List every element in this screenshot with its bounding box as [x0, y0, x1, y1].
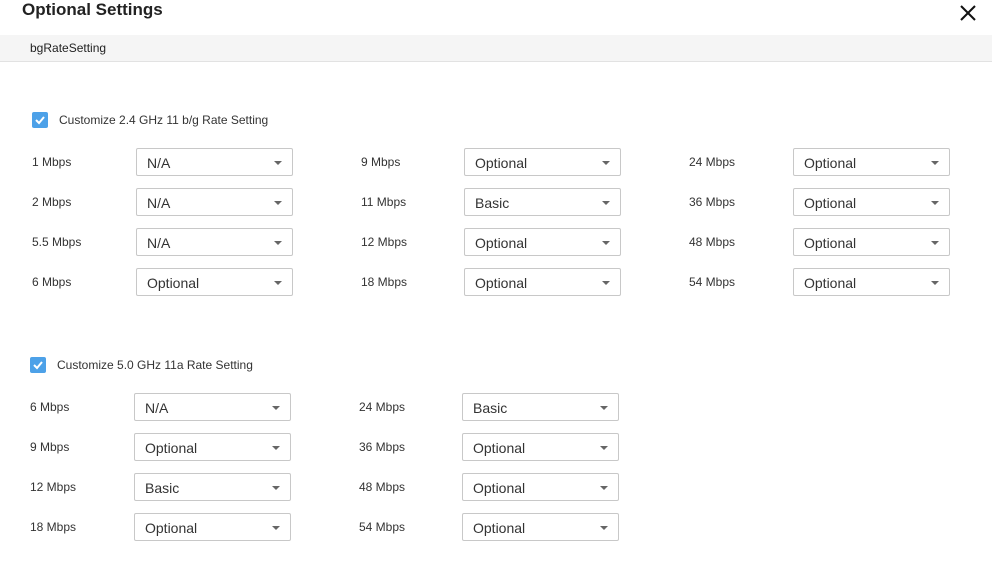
rate-select[interactable]: Optional	[793, 228, 950, 256]
rate-label: 54 Mbps	[689, 275, 736, 289]
chevron-down-icon	[272, 446, 280, 450]
rate-select[interactable]: Basic	[462, 393, 619, 421]
rate-select[interactable]: Optional	[464, 148, 621, 176]
rate-select[interactable]: Optional	[462, 433, 619, 461]
rate-select-value: Basic	[145, 480, 180, 496]
rate-select[interactable]: Optional	[464, 228, 621, 256]
chevron-down-icon	[274, 201, 282, 205]
rate-select-value: N/A	[147, 155, 171, 171]
rate-select-value: Optional	[475, 235, 528, 251]
rate-label: 12 Mbps	[361, 235, 408, 249]
rate-select-value: Optional	[804, 235, 857, 251]
rate-label: 11 Mbps	[361, 195, 407, 209]
rate-select-value: Optional	[804, 195, 857, 211]
chevron-down-icon	[602, 241, 610, 245]
rate-select-value: Optional	[145, 440, 198, 456]
chevron-down-icon	[931, 281, 939, 285]
section-5ghz-label: Customize 5.0 GHz 11a Rate Setting	[57, 358, 253, 372]
chevron-down-icon	[600, 526, 608, 530]
rate-select[interactable]: Basic	[464, 188, 621, 216]
rate-select-value: Optional	[475, 275, 528, 291]
rate-label: 24 Mbps	[689, 155, 736, 169]
rate-select[interactable]: N/A	[136, 188, 293, 216]
rate-select[interactable]: Optional	[462, 473, 619, 501]
chevron-down-icon	[602, 281, 610, 285]
chevron-down-icon	[274, 281, 282, 285]
rate-select-value: Optional	[475, 155, 528, 171]
rate-select-value: Optional	[804, 275, 857, 291]
rate-label: 18 Mbps	[30, 520, 77, 534]
rate-label: 54 Mbps	[359, 520, 406, 534]
chevron-down-icon	[602, 161, 610, 165]
rate-select[interactable]: Optional	[134, 433, 291, 461]
section-24ghz-label: Customize 2.4 GHz 11 b/g Rate Setting	[59, 113, 269, 127]
rate-label: 48 Mbps	[689, 235, 736, 249]
rate-select[interactable]: Optional	[464, 268, 621, 296]
chevron-down-icon	[931, 201, 939, 205]
rate-label: 24 Mbps	[359, 400, 406, 414]
tab-bar: bgRateSetting	[0, 35, 992, 62]
rate-select-value: Optional	[473, 520, 526, 536]
chevron-down-icon	[272, 406, 280, 410]
checkbox-5ghz[interactable]	[30, 357, 46, 373]
chevron-down-icon	[272, 526, 280, 530]
rate-select[interactable]: Basic	[134, 473, 291, 501]
chevron-down-icon	[274, 241, 282, 245]
rate-label: 48 Mbps	[359, 480, 406, 494]
chevron-down-icon	[600, 406, 608, 410]
dialog-title: Optional Settings	[22, 0, 163, 19]
rate-select-value: Optional	[473, 480, 526, 496]
rate-label: 1 Mbps	[32, 155, 72, 169]
rate-select[interactable]: N/A	[136, 228, 293, 256]
rate-select[interactable]: N/A	[136, 148, 293, 176]
rate-select-value: Optional	[147, 275, 200, 291]
rate-select[interactable]: Optional	[134, 513, 291, 541]
rate-label: 36 Mbps	[359, 440, 406, 454]
rate-select-value: N/A	[147, 235, 171, 251]
rate-label: 36 Mbps	[689, 195, 736, 209]
rate-select-value: Optional	[804, 155, 857, 171]
rate-select[interactable]: Optional	[793, 268, 950, 296]
close-button[interactable]	[955, 2, 981, 24]
rate-select[interactable]: Optional	[136, 268, 293, 296]
rate-label: 12 Mbps	[30, 480, 77, 494]
section-24ghz-header: Customize 2.4 GHz 11 b/g Rate Setting	[32, 112, 268, 128]
rate-select-value: Basic	[475, 195, 510, 211]
chevron-down-icon	[600, 446, 608, 450]
rate-label: 9 Mbps	[361, 155, 401, 169]
rate-label: 6 Mbps	[30, 400, 70, 414]
chevron-down-icon	[602, 201, 610, 205]
chevron-down-icon	[931, 241, 939, 245]
rate-select[interactable]: Optional	[793, 148, 950, 176]
rate-select-value: N/A	[145, 400, 169, 416]
rate-select[interactable]: Optional	[462, 513, 619, 541]
rate-select[interactable]: Optional	[793, 188, 950, 216]
checkmark-icon	[33, 361, 43, 370]
chevron-down-icon	[931, 161, 939, 165]
checkmark-icon	[35, 116, 45, 125]
chevron-down-icon	[272, 486, 280, 490]
rate-select[interactable]: N/A	[134, 393, 291, 421]
section-5ghz-header: Customize 5.0 GHz 11a Rate Setting	[30, 357, 253, 373]
rate-label: 9 Mbps	[30, 440, 70, 454]
rate-label: 18 Mbps	[361, 275, 408, 289]
rate-label: 2 Mbps	[32, 195, 72, 209]
checkbox-24ghz[interactable]	[32, 112, 48, 128]
chevron-down-icon	[600, 486, 608, 490]
tab-bgratesetting[interactable]: bgRateSetting	[30, 41, 106, 55]
rate-select-value: Optional	[473, 440, 526, 456]
rate-select-value: N/A	[147, 195, 171, 211]
rate-label: 6 Mbps	[32, 275, 72, 289]
close-icon[interactable]	[955, 2, 981, 24]
rate-select-value: Basic	[473, 400, 508, 416]
chevron-down-icon	[274, 161, 282, 165]
rate-label: 5.5 Mbps	[32, 235, 82, 249]
rate-select-value: Optional	[145, 520, 198, 536]
